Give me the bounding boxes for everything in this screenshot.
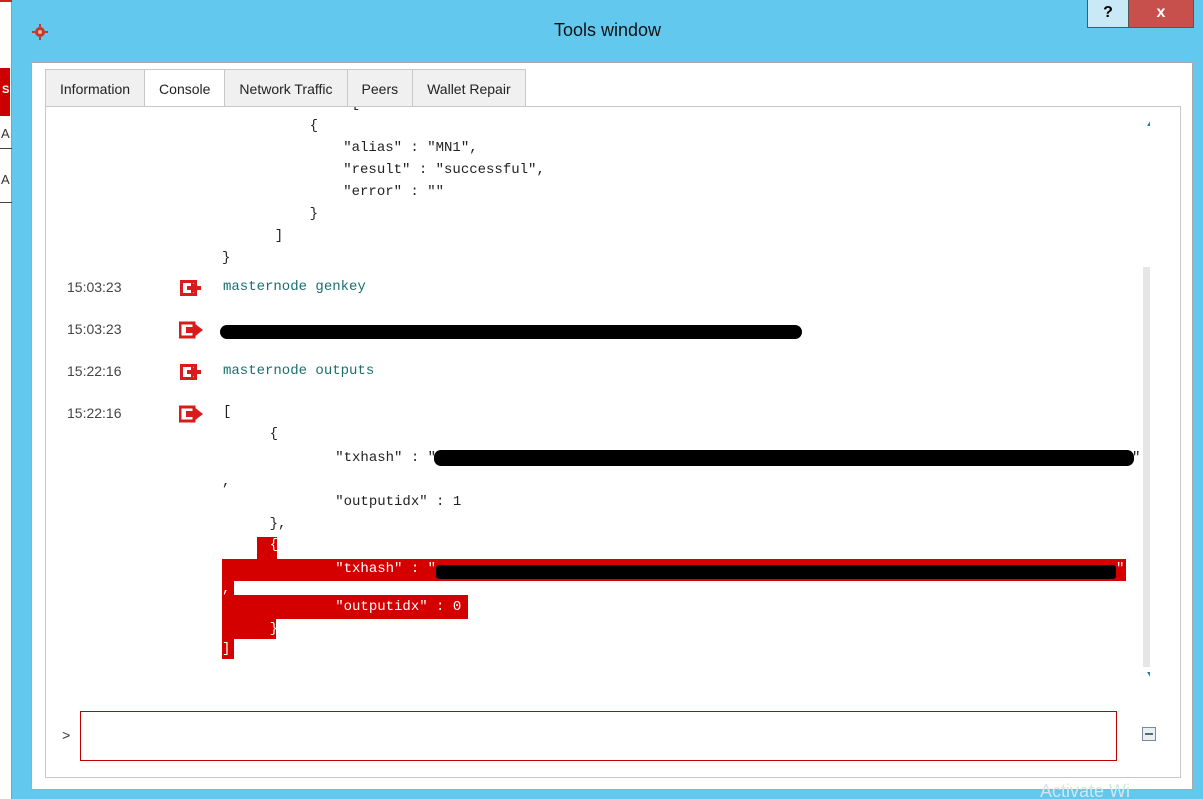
background-divider <box>0 202 12 203</box>
background-letter: A <box>1 172 10 187</box>
output-line: }, <box>236 516 287 532</box>
activate-windows-watermark: Activate Wi <box>1040 781 1131 799</box>
tab-network-traffic[interactable]: Network Traffic <box>224 69 347 107</box>
help-button[interactable]: ? <box>1087 0 1129 28</box>
result-out-icon <box>179 405 203 423</box>
background-letter: A <box>1 126 10 141</box>
background-red-tile: S <box>0 68 10 116</box>
output-line: [ <box>223 404 232 420</box>
background-app: S A A <box>0 0 12 799</box>
selected-line: "outputidx" : 0 <box>268 599 462 615</box>
timestamp: 15:03:23 <box>67 321 122 337</box>
tools-window: Tools window ? x Information Console Net… <box>12 0 1203 799</box>
console-panel: ------ : [ { "alias" : "MN1", "result" :… <box>45 106 1181 778</box>
background-divider <box>0 148 12 149</box>
output-line: "result" : "successful", <box>276 162 545 178</box>
tab-console[interactable]: Console <box>144 69 225 107</box>
titlebar[interactable]: Tools window ? x <box>12 0 1203 62</box>
redacted-txhash <box>436 565 1116 579</box>
output-line: "outputidx" : 1 <box>268 494 462 510</box>
selected-line: , <box>222 581 231 597</box>
output-line: } <box>276 206 319 222</box>
console-output[interactable]: ------ : [ { "alias" : "MN1", "result" :… <box>46 107 1150 692</box>
output-line: " <box>1132 450 1141 466</box>
output-line: ] <box>258 228 284 244</box>
redacted-genkey <box>220 325 802 339</box>
output-line: { <box>276 118 319 134</box>
output-line: ------ : [ <box>276 107 360 115</box>
selected-line: } <box>236 621 279 637</box>
timestamp: 15:22:16 <box>67 363 122 379</box>
output-line: , <box>222 474 231 490</box>
clear-console-icon[interactable] <box>1142 727 1156 741</box>
output-line: } <box>222 250 231 266</box>
command-in-icon <box>180 364 201 380</box>
tab-peers[interactable]: Peers <box>346 69 413 107</box>
console-command: masternode outputs <box>223 363 375 379</box>
selected-line: { <box>236 537 279 553</box>
redacted-txhash <box>434 450 1134 466</box>
scroll-thumb[interactable] <box>1143 267 1150 667</box>
tab-information[interactable]: Information <box>45 69 145 107</box>
console-input[interactable] <box>80 711 1117 761</box>
console-prompt: > <box>62 729 71 745</box>
command-in-icon <box>180 280 201 296</box>
console-scrollbar[interactable] <box>1142 107 1150 692</box>
output-line: "txhash" : " <box>268 450 437 466</box>
scroll-up-arrow-icon[interactable] <box>1147 115 1150 126</box>
tab-wallet-repair[interactable]: Wallet Repair <box>412 69 526 107</box>
selected-line: "txhash" : " <box>268 561 437 577</box>
window-title: Tools window <box>553 20 662 40</box>
tab-bar: Information Console Network Traffic Peer… <box>45 69 526 107</box>
close-button[interactable]: x <box>1129 0 1194 28</box>
background-accent-line <box>0 0 12 2</box>
background-letter: S <box>2 84 10 96</box>
window-client-area: Information Console Network Traffic Peer… <box>31 62 1193 790</box>
console-command: masternode genkey <box>223 279 366 295</box>
result-out-icon <box>179 321 203 339</box>
timestamp: 15:03:23 <box>67 279 122 295</box>
timestamp: 15:22:16 <box>67 405 122 421</box>
output-line: { <box>236 426 279 442</box>
output-line: "alias" : "MN1", <box>276 140 478 156</box>
scroll-down-arrow-icon[interactable] <box>1147 672 1150 683</box>
selected-line: ] <box>222 641 231 657</box>
output-line: "error" : "" <box>276 184 445 200</box>
selected-line: " <box>1116 561 1125 577</box>
